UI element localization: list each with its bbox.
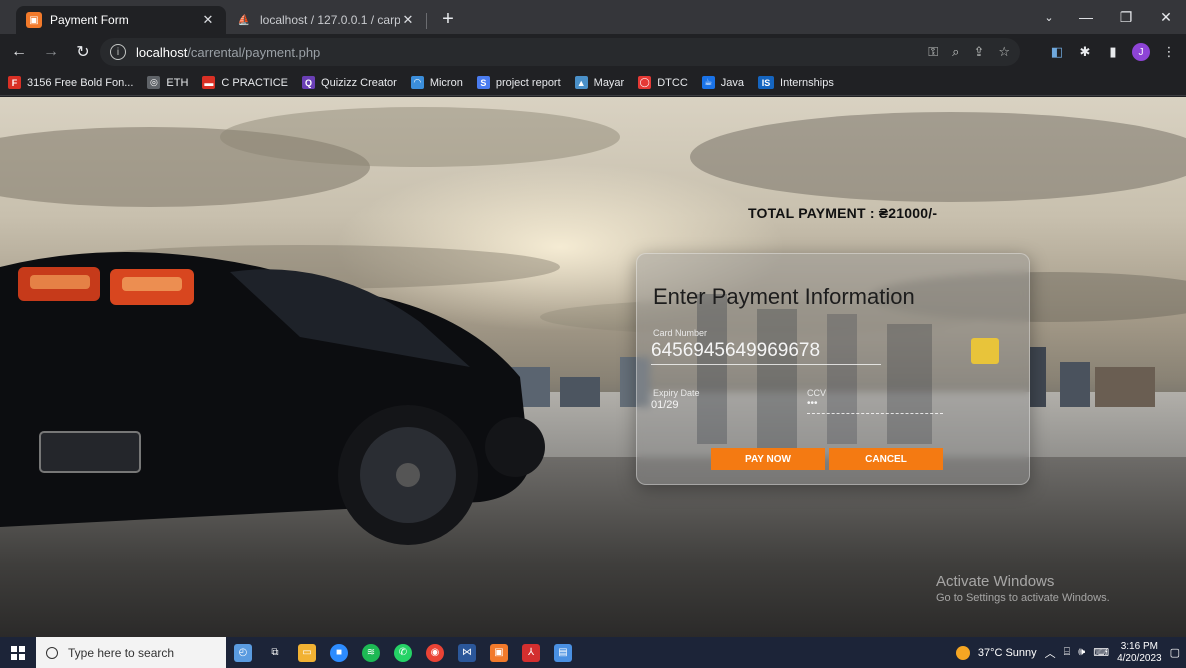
minimize-icon[interactable]: —	[1066, 0, 1106, 34]
bookmark-item[interactable]: ▲ Mayar	[574, 76, 624, 89]
bookmark-favicon-icon: ◎	[147, 76, 161, 89]
bookmark-favicon-icon: F	[8, 76, 21, 89]
notes-app-icon[interactable]: ▤	[554, 643, 572, 662]
site-info-icon[interactable]: i	[110, 44, 126, 60]
windows-logo-icon	[11, 645, 25, 660]
bookmark-item[interactable]: Q Quizizz Creator	[302, 76, 397, 89]
ccv-underline	[807, 413, 943, 414]
close-tab-icon[interactable]: ✕	[200, 12, 216, 28]
xampp-icon[interactable]: ▣	[490, 643, 508, 662]
bookmark-item[interactable]: IS Internships	[758, 76, 834, 89]
taskbar-search-box[interactable]: Type here to search	[36, 637, 226, 668]
zoom-app-icon[interactable]: ■	[330, 643, 348, 662]
windows-taskbar: Type here to search ◴ ⧉ ▭ ■ ≋ ✆ ◉ ⋈ ▣ ⅄ …	[0, 637, 1186, 668]
bookmark-favicon-icon: ▬	[202, 76, 216, 89]
bookmark-favicon-icon: ☕	[701, 76, 715, 89]
close-window-icon[interactable]: ✕	[1146, 0, 1186, 34]
zoom-icon[interactable]: ⌕	[952, 44, 959, 60]
key-icon[interactable]: ⚿	[928, 44, 938, 60]
bookmark-favicon-icon: ◯	[638, 76, 652, 89]
search-placeholder: Type here to search	[68, 645, 175, 660]
vs-icon[interactable]: ⋈	[458, 643, 476, 662]
notifications-icon[interactable]: ▢	[1170, 646, 1180, 659]
menu-kebab-icon[interactable]: ⋮	[1160, 43, 1178, 61]
expiry-date-label: Expiry Date	[653, 388, 700, 398]
bookmark-item[interactable]: Sproject report	[476, 76, 561, 89]
acrobat-icon[interactable]: ⅄	[522, 643, 540, 662]
bookmark-item[interactable]: F 3156 Free Bold Fon...	[8, 76, 133, 89]
address-bar[interactable]: i localhost/carrental/payment.php ⚿ ⌕ ⇪ …	[100, 38, 1020, 66]
weather-text[interactable]: 37°C Sunny	[978, 647, 1037, 659]
card-number-input[interactable]: 6456945649969678	[651, 340, 820, 362]
chrome-icon[interactable]: ◉	[426, 643, 444, 662]
puzzle-icon[interactable]: ✱	[1076, 43, 1094, 61]
restore-icon[interactable]: ❐	[1106, 0, 1146, 34]
tab-search-chevron-icon[interactable]: ⌄	[1032, 0, 1066, 34]
bookmark-favicon-icon: S	[476, 76, 490, 89]
new-tab-button[interactable]: +	[436, 8, 460, 32]
back-arrow-icon[interactable]: ←	[6, 39, 32, 65]
profile-avatar[interactable]: J	[1132, 43, 1150, 61]
cancel-button[interactable]: CANCEL	[829, 448, 943, 470]
page-viewport: TOTAL PAYMENT : ₴21000/- Enter Payment I…	[0, 97, 1186, 637]
keyboard-icon[interactable]: ⌨	[1093, 646, 1109, 659]
bookmark-favicon-icon: Q	[302, 76, 316, 89]
car-illustration	[0, 252, 545, 545]
bookmark-item[interactable]: ◠ Micron	[410, 76, 463, 89]
bookmark-item[interactable]: ▬ C PRACTICE	[202, 76, 288, 89]
window-controls: ⌄ — ❐ ✕	[1032, 0, 1186, 34]
spotify-icon[interactable]: ≋	[362, 643, 380, 662]
tab-title: localhost / 127.0.0.1 / carproject	[260, 13, 400, 27]
share-icon[interactable]: ⇪	[973, 44, 984, 60]
whatsapp-icon[interactable]: ✆	[394, 643, 412, 662]
search-icon	[46, 646, 58, 659]
ccv-input[interactable]: •••	[807, 398, 818, 409]
forward-arrow-icon[interactable]: →	[38, 39, 64, 65]
bookmark-favicon-icon: ◠	[410, 76, 424, 89]
reload-icon[interactable]: ↻	[70, 39, 96, 65]
payment-form-card: Enter Payment Information Card Number 64…	[636, 253, 1030, 485]
bookmark-favicon-icon: ▲	[574, 76, 588, 89]
extension-icon[interactable]: ◧	[1048, 43, 1066, 61]
bookmark-item[interactable]: ☕ Java	[701, 76, 744, 89]
card-number-underline	[651, 364, 881, 365]
expiry-date-input[interactable]: 01/29	[651, 399, 679, 411]
ccv-label: CCV	[807, 388, 827, 398]
weather-sun-icon	[955, 645, 970, 660]
url-host: localhost	[136, 44, 188, 60]
tab-phpmyadmin[interactable]: ⛵ localhost / 127.0.0.1 / carproject ✕	[226, 6, 426, 34]
tab-title: Payment Form	[50, 13, 129, 27]
network-icon[interactable]: ⌸	[1064, 646, 1071, 659]
browser-toolbar: ← → ↻ i localhost/carrental/payment.php …	[0, 34, 1186, 70]
system-tray: 37°C Sunny ︿ ⌸ 🕪 ⌨ 3:16 PM 4/20/2023 ▢	[955, 637, 1186, 668]
tab-payment-form[interactable]: ▣ Payment Form ✕	[16, 6, 226, 34]
bookmark-favicon-icon: IS	[758, 76, 775, 89]
pay-now-button[interactable]: PAY NOW	[711, 448, 825, 470]
card-chip-icon	[971, 338, 999, 364]
tab-divider	[426, 13, 427, 29]
file-explorer-icon[interactable]: ▭	[298, 643, 316, 662]
taskbar-app-icons: ◴ ⧉ ▭ ■ ≋ ✆ ◉ ⋈ ▣ ⅄ ▤	[234, 643, 572, 662]
volume-icon[interactable]: 🕪	[1078, 646, 1085, 659]
activate-windows-watermark: Activate Windows Go to Settings to activ…	[936, 573, 1110, 604]
total-payment-text: TOTAL PAYMENT : ₴21000/-	[748, 205, 938, 221]
page-favicon-icon: ▣	[26, 12, 42, 28]
bookmark-item[interactable]: ◯ DTCC	[638, 76, 688, 89]
bookmark-star-icon[interactable]: ☆	[998, 44, 1010, 60]
taskbar-clock[interactable]: 3:16 PM 4/20/2023	[1117, 641, 1162, 665]
hidden-icons-chevron-icon[interactable]: ︿	[1045, 645, 1056, 661]
widgets-icon[interactable]: ◴	[234, 643, 252, 662]
url-path: /carrental/payment.php	[187, 44, 321, 60]
close-tab-icon[interactable]: ✕	[400, 12, 416, 28]
card-number-label: Card Number	[653, 328, 708, 338]
task-view-icon[interactable]: ⧉	[266, 644, 284, 662]
bookmarks-bar: F 3156 Free Bold Fon... ◎ ETH ▬ C PRACTICE …	[0, 70, 1186, 96]
side-panel-icon[interactable]: ▮	[1104, 43, 1122, 61]
form-title: Enter Payment Information	[653, 284, 915, 309]
start-button[interactable]	[0, 637, 36, 668]
tab-strip: ▣ Payment Form ✕ ⛵ localhost / 127.0.0.1…	[0, 0, 1186, 34]
bookmark-item[interactable]: ◎ ETH	[147, 76, 188, 89]
extension-area: ◧ ✱ ▮ J ⋮	[1048, 38, 1178, 66]
phpmyadmin-favicon-icon: ⛵	[237, 14, 251, 26]
